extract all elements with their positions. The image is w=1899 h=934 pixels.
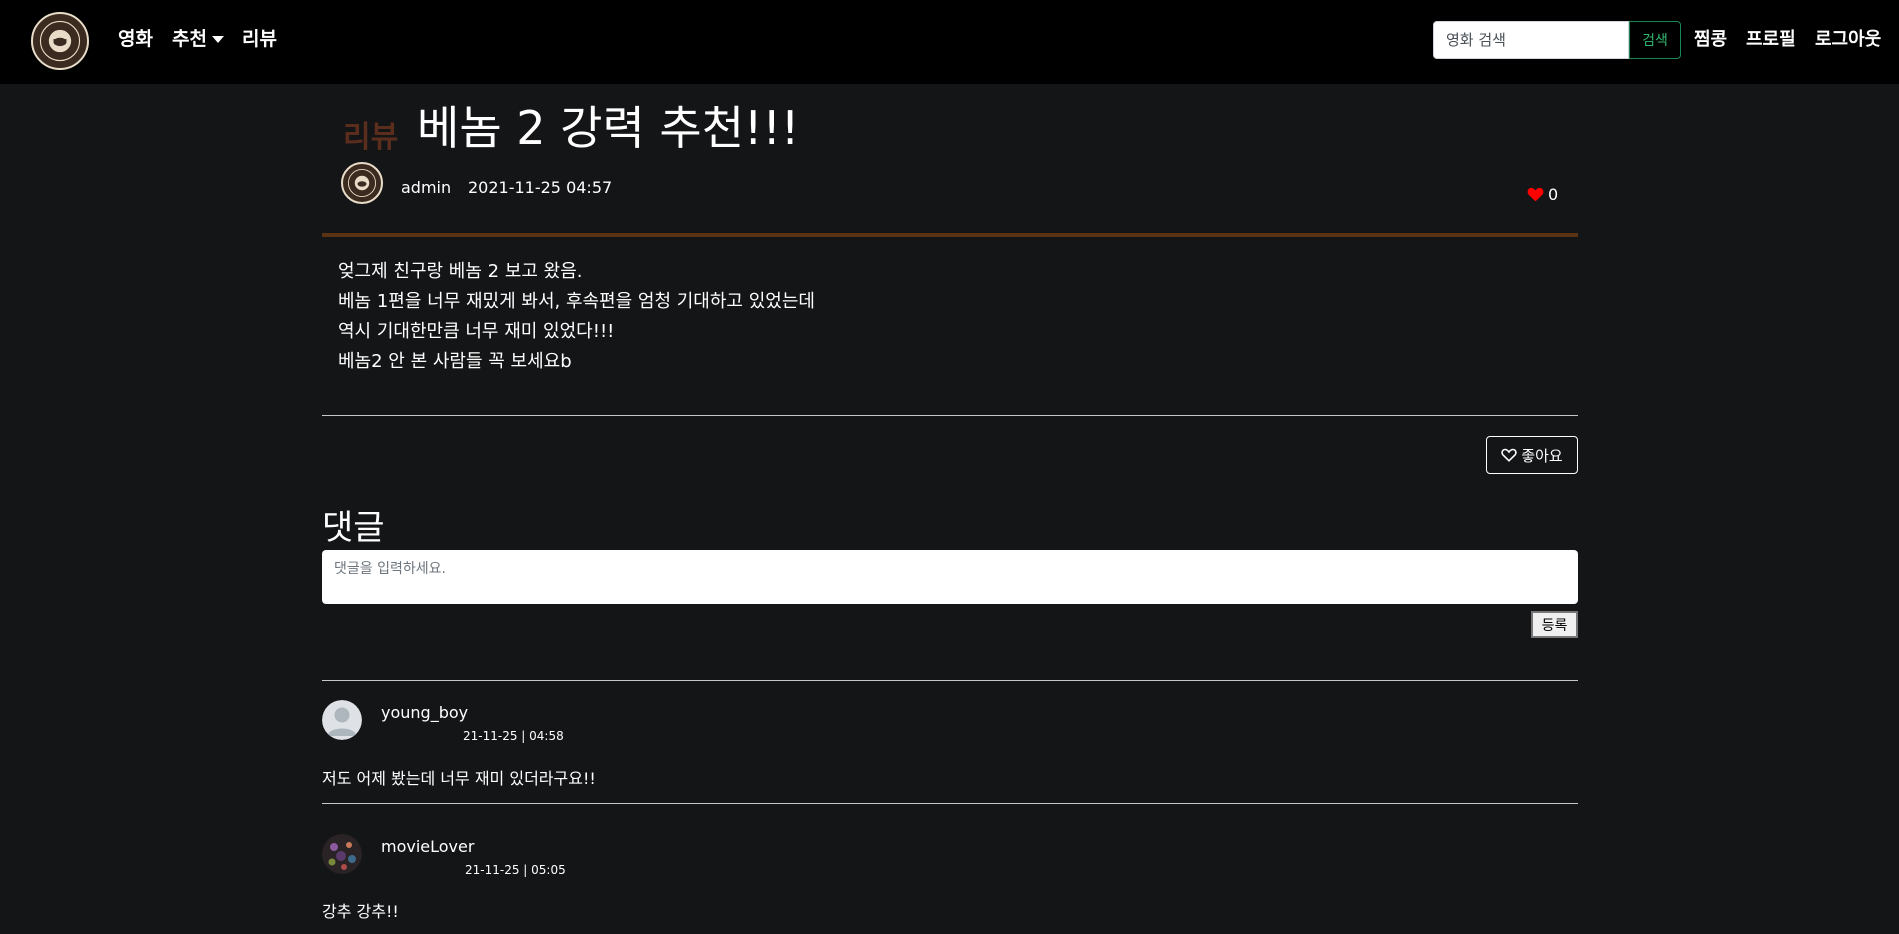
like-count: 0 [1527, 185, 1558, 204]
post-category-label: 리뷰 [343, 120, 399, 155]
nav-movie[interactable]: 영화 [118, 24, 153, 51]
comment-username: young_boy [381, 703, 469, 722]
nav-profile[interactable]: 프로필 [1746, 25, 1796, 51]
title-divider [322, 233, 1578, 237]
comments-heading: 댓글 [322, 508, 385, 548]
heart-filled-icon [1527, 187, 1544, 202]
comment-input[interactable] [322, 550, 1578, 604]
divider [322, 680, 1578, 681]
comment-submit-button[interactable]: 등록 [1531, 611, 1578, 638]
post-body: 엊그제 친구랑 베놈 2 보고 왔음. 베놈 1편을 너무 재밌게 봐서, 후속… [338, 257, 815, 377]
comment-time: 21-11-25 | 04:58 [463, 729, 564, 743]
comment-text: 저도 어제 봤는데 너무 재미 있더라구요!! [322, 769, 596, 788]
divider [322, 803, 1578, 804]
comment-username: movieLover [381, 837, 475, 856]
post-body-line: 역시 기대한만큼 너무 재미 있었다!!! [338, 321, 615, 342]
author-avatar [341, 162, 383, 204]
movie-search-input[interactable] [1433, 21, 1629, 59]
nav-recommend-label: 추천 [172, 28, 207, 50]
post-body-line: 엊그제 친구랑 베놈 2 보고 왔음. [338, 261, 583, 282]
nav-review[interactable]: 리뷰 [242, 24, 277, 51]
search-button[interactable]: 검색 [1629, 21, 1681, 59]
post-title: 베놈 2 강력 추천!!! [417, 101, 800, 155]
post-body-line: 베놈 1편을 너무 재밌게 봐서, 후속편을 엄청 기대하고 있었는데 [338, 291, 815, 312]
heart-outline-icon [1501, 448, 1517, 462]
coffee-logo-icon[interactable] [31, 12, 89, 70]
navbar: 영화 추천 리뷰 검색 찜콩 프로필 로그아웃 [0, 0, 1899, 84]
like-count-value: 0 [1548, 185, 1559, 204]
default-user-avatar-icon [322, 700, 362, 740]
post-body-line: 베놈2 안 본 사람들 꼭 보세요b [338, 351, 572, 372]
nav-wishlist[interactable]: 찜콩 [1694, 25, 1727, 51]
like-button-label: 좋아요 [1521, 446, 1563, 465]
post-author: admin [401, 178, 452, 197]
comment-time: 21-11-25 | 05:05 [465, 863, 566, 877]
caret-down-icon [211, 36, 224, 43]
photo-avatar-icon [322, 834, 362, 874]
divider [322, 415, 1578, 416]
post-date: 2021-11-25 04:57 [468, 178, 613, 197]
like-button[interactable]: 좋아요 [1486, 436, 1578, 474]
nav-recommend-dropdown[interactable]: 추천 [172, 24, 224, 51]
nav-logout[interactable]: 로그아웃 [1815, 25, 1881, 51]
comment-text: 강추 강추!! [322, 902, 399, 921]
